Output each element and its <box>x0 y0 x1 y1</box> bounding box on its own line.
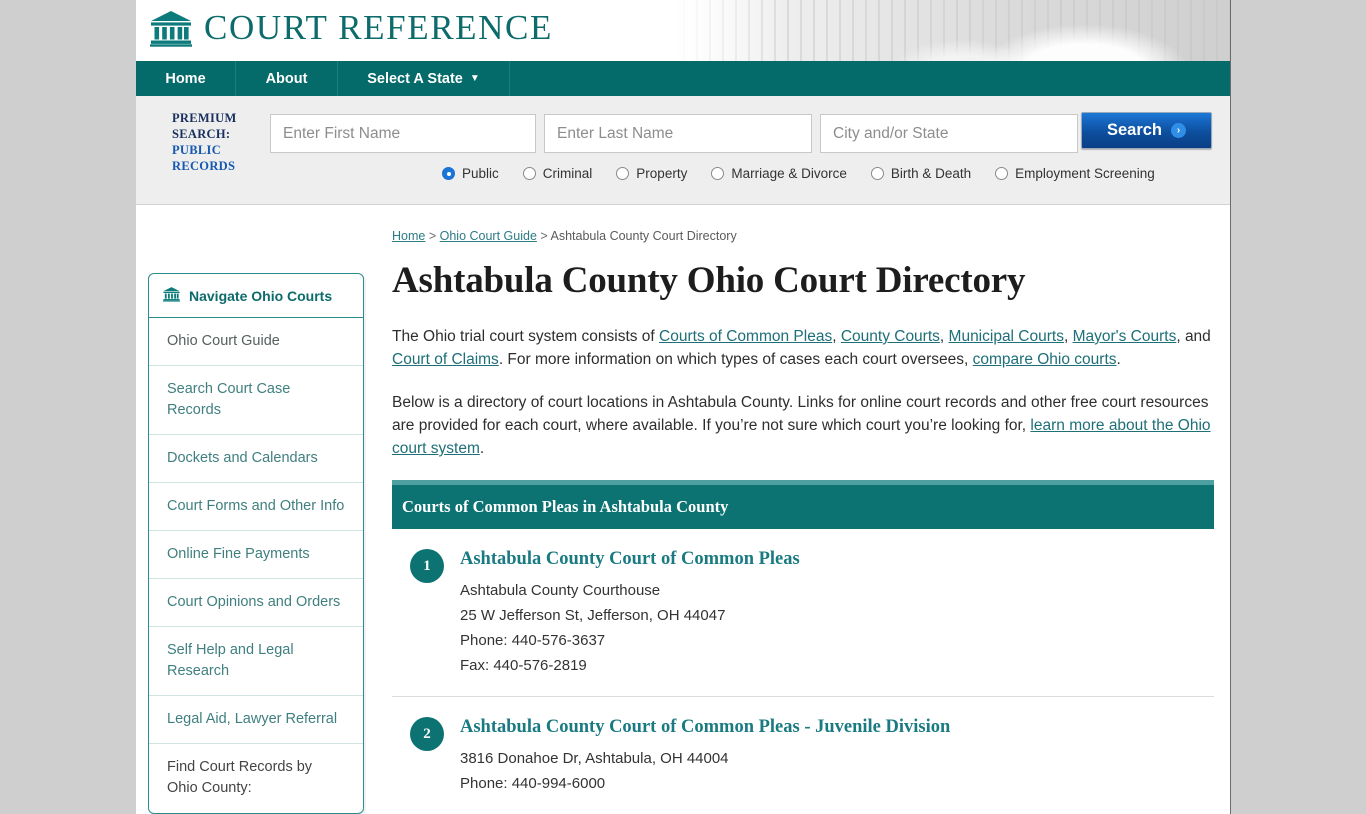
nav-item-home-label: Home <box>165 70 206 87</box>
sidebar-item-online-fine-payments[interactable]: Online Fine Payments <box>149 531 363 579</box>
radio-marriage-divorce-label: Marriage & Divorce <box>731 166 847 181</box>
link-courts-of-common-pleas[interactable]: Courts of Common Pleas <box>659 328 832 345</box>
court-address-line: 3816 Donahoe Dr, Ashtabula, OH 44004 <box>460 750 729 767</box>
radio-marriage-divorce[interactable]: Marriage & Divorce <box>711 166 847 181</box>
main-navigation: Home About Select A State ▼ <box>136 61 1230 96</box>
radio-dot-icon <box>616 167 630 180</box>
breadcrumb-separator: > <box>540 229 548 243</box>
intro-text: . For more information on which types of… <box>498 351 973 368</box>
premium-search-label: PREMIUM SEARCH: PUBLIC RECORDS <box>172 110 267 174</box>
intro-paragraph-1: The Ohio trial court system consists of … <box>392 325 1214 371</box>
court-number-badge: 2 <box>410 717 444 751</box>
sidebar-item-legal-aid-lawyer-referral[interactable]: Legal Aid, Lawyer Referral <box>149 696 363 744</box>
radio-property[interactable]: Property <box>616 166 687 181</box>
breadcrumb: Home > Ohio Court Guide > Ashtabula Coun… <box>392 229 1214 243</box>
premium-search-label-line3: PUBLIC <box>172 143 222 157</box>
record-type-radio-group: Public Criminal Property Marriage & Divo… <box>442 166 1155 181</box>
link-municipal-courts[interactable]: Municipal Courts <box>949 328 1064 345</box>
sidebar-header-label: Navigate Ohio Courts <box>189 287 333 304</box>
court-number-badge: 1 <box>410 549 444 583</box>
intro-text: , and <box>1176 328 1211 345</box>
sidebar-item-dockets-and-calendars[interactable]: Dockets and Calendars <box>149 435 363 483</box>
intro-text: . <box>479 440 485 457</box>
breadcrumb-link-home[interactable]: Home <box>392 229 425 243</box>
chevron-down-icon: ▼ <box>469 73 480 84</box>
breadcrumb-separator: > <box>428 229 437 243</box>
radio-employment-screening[interactable]: Employment Screening <box>995 166 1155 181</box>
nav-item-select-a-state[interactable]: Select A State ▼ <box>338 61 510 96</box>
search-button-label: Search <box>1106 121 1163 139</box>
radio-dot-icon <box>522 167 536 180</box>
site-logo[interactable]: COURT REFERENCE <box>150 8 553 48</box>
last-name-input[interactable] <box>544 114 812 153</box>
sidebar-item-court-opinions-and-orders[interactable]: Court Opinions and Orders <box>149 579 363 627</box>
main-column: Home > Ohio Court Guide > Ashtabula Coun… <box>392 229 1216 814</box>
court-listing-row: 2 Ashtabula County Court of Common Pleas… <box>392 697 1214 814</box>
radio-dot-icon <box>442 167 455 180</box>
chevron-right-icon: › <box>1171 123 1187 138</box>
intro-text: . <box>1116 351 1121 368</box>
court-phone-line: Phone: 440-576-3637 <box>460 632 606 649</box>
intro-text: , <box>832 328 841 345</box>
radio-criminal-label: Criminal <box>542 166 593 181</box>
court-address-line: 25 W Jefferson St, Jefferson, OH 44047 <box>460 607 726 624</box>
radio-employment-screening-label: Employment Screening <box>1015 166 1155 181</box>
nav-item-about[interactable]: About <box>236 61 338 96</box>
court-phone-line: Phone: 440-994-6000 <box>460 775 606 792</box>
page-container: COURT REFERENCE Home About Select A Stat… <box>136 0 1231 814</box>
radio-public[interactable]: Public <box>442 166 499 181</box>
intro-text: , <box>1063 328 1073 345</box>
premium-search-label-line1: PREMIUM <box>172 111 237 125</box>
courthouse-icon <box>163 286 180 305</box>
radio-criminal[interactable]: Criminal <box>522 166 593 181</box>
link-mayors-courts[interactable]: Mayor's Courts <box>1073 328 1177 345</box>
content-area: Navigate Ohio Courts Ohio Court Guide Se… <box>136 205 1230 814</box>
sidebar-header: Navigate Ohio Courts <box>149 274 363 318</box>
link-county-courts[interactable]: County Courts <box>841 328 940 345</box>
section-header-courts-of-common-pleas: Courts of Common Pleas in Ashtabula Coun… <box>392 480 1214 529</box>
page-title: Ashtabula County Ohio Court Directory <box>392 260 1026 301</box>
court-listing-row: 1 Ashtabula County Court of Common Pleas… <box>392 529 1214 697</box>
brand-name: COURT REFERENCE <box>204 8 553 47</box>
radio-birth-death-label: Birth & Death <box>890 166 972 181</box>
intro-text: , <box>939 328 949 345</box>
link-court-of-claims[interactable]: Court of Claims <box>392 351 499 368</box>
first-name-input[interactable] <box>270 114 536 153</box>
sidebar-item-search-court-case-records[interactable]: Search Court Case Records <box>149 366 363 435</box>
intro-text: The Ohio trial court system consists of <box>392 328 660 345</box>
courthouse-dome-banner-image <box>670 0 1230 61</box>
sidebar-item-self-help-and-legal-research[interactable]: Self Help and Legal Research <box>149 627 363 696</box>
search-button[interactable]: Search › <box>1081 112 1212 149</box>
nav-item-home[interactable]: Home <box>136 61 236 96</box>
court-details: Ashtabula County Court of Common Pleas -… <box>460 715 1210 796</box>
radio-dot-icon <box>995 167 1009 180</box>
premium-search-label-line2: SEARCH: <box>172 127 231 141</box>
link-compare-ohio-courts[interactable]: compare Ohio courts <box>973 351 1117 368</box>
nav-item-select-a-state-label: Select A State <box>367 70 463 87</box>
radio-public-label: Public <box>462 166 499 181</box>
breadcrumb-current: Ashtabula County Court Directory <box>550 229 737 243</box>
search-fields <box>270 114 1078 153</box>
site-masthead: COURT REFERENCE <box>136 0 1230 61</box>
premium-search-label-line4: RECORDS <box>172 159 236 173</box>
sidebar-item-ohio-court-guide[interactable]: Ohio Court Guide <box>149 318 363 366</box>
city-state-input[interactable] <box>820 114 1078 153</box>
courthouse-icon <box>150 9 192 47</box>
radio-property-label: Property <box>636 166 688 181</box>
court-address-line: Ashtabula County Courthouse <box>460 582 661 599</box>
court-name-link[interactable]: Ashtabula County Court of Common Pleas -… <box>460 715 1210 739</box>
nav-item-about-label: About <box>265 70 308 87</box>
sidebar-item-court-forms-and-other-info[interactable]: Court Forms and Other Info <box>149 483 363 531</box>
sidebar-item-find-court-records-by-ohio-county: Find Court Records by Ohio County: <box>167 759 313 796</box>
court-details: Ashtabula County Court of Common Pleas A… <box>460 547 1210 678</box>
sidebar-navigate-ohio-courts: Navigate Ohio Courts Ohio Court Guide Se… <box>148 273 364 814</box>
radio-dot-icon <box>711 167 725 180</box>
radio-birth-death[interactable]: Birth & Death <box>870 166 972 181</box>
radio-dot-icon <box>870 167 884 180</box>
court-fax-line: Fax: 440-576-2819 <box>460 657 587 674</box>
court-name-link[interactable]: Ashtabula County Court of Common Pleas <box>460 547 1210 571</box>
premium-search-bar: PREMIUM SEARCH: PUBLIC RECORDS Search › … <box>136 96 1230 205</box>
intro-paragraph-2: Below is a directory of court locations … <box>392 391 1214 460</box>
breadcrumb-link-ohio-court-guide[interactable]: Ohio Court Guide <box>440 229 537 243</box>
